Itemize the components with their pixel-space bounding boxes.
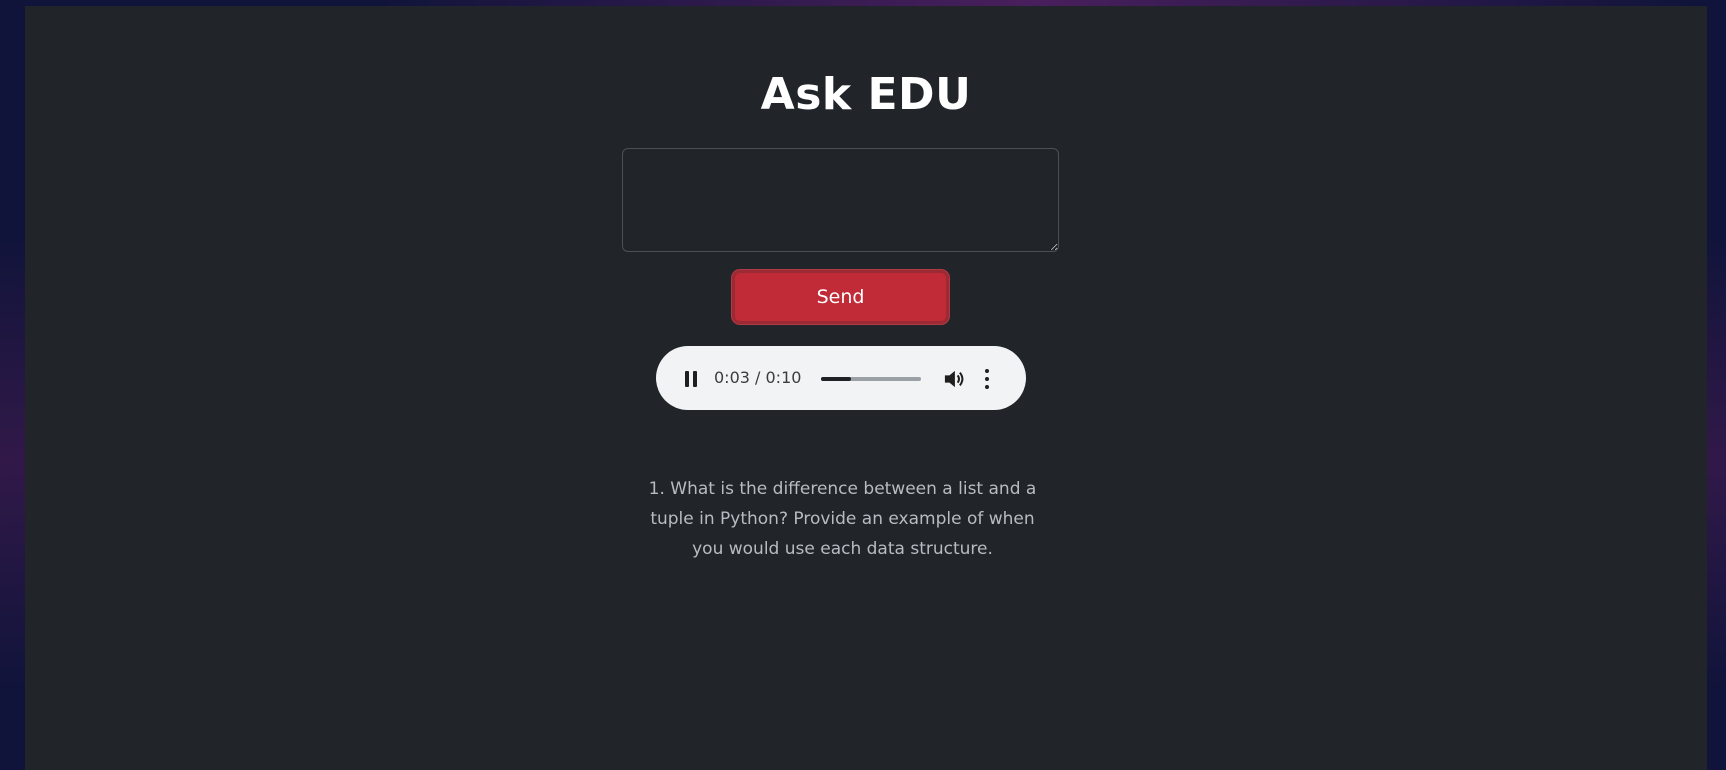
volume-icon[interactable] bbox=[943, 369, 965, 389]
audio-progress-fill bbox=[821, 377, 851, 381]
question-input[interactable] bbox=[622, 148, 1059, 252]
pause-icon[interactable] bbox=[684, 371, 698, 387]
audio-time: 0:03 / 0:10 bbox=[714, 368, 802, 387]
audio-progress-slider[interactable] bbox=[821, 377, 921, 381]
more-vert-icon[interactable] bbox=[984, 369, 990, 389]
answer-text: 1. What is the difference between a list… bbox=[648, 479, 1037, 559]
page-title: Ask EDU bbox=[760, 69, 972, 120]
send-button[interactable]: Send bbox=[732, 270, 949, 324]
audio-player: 0:03 / 0:10 bbox=[656, 346, 1026, 410]
